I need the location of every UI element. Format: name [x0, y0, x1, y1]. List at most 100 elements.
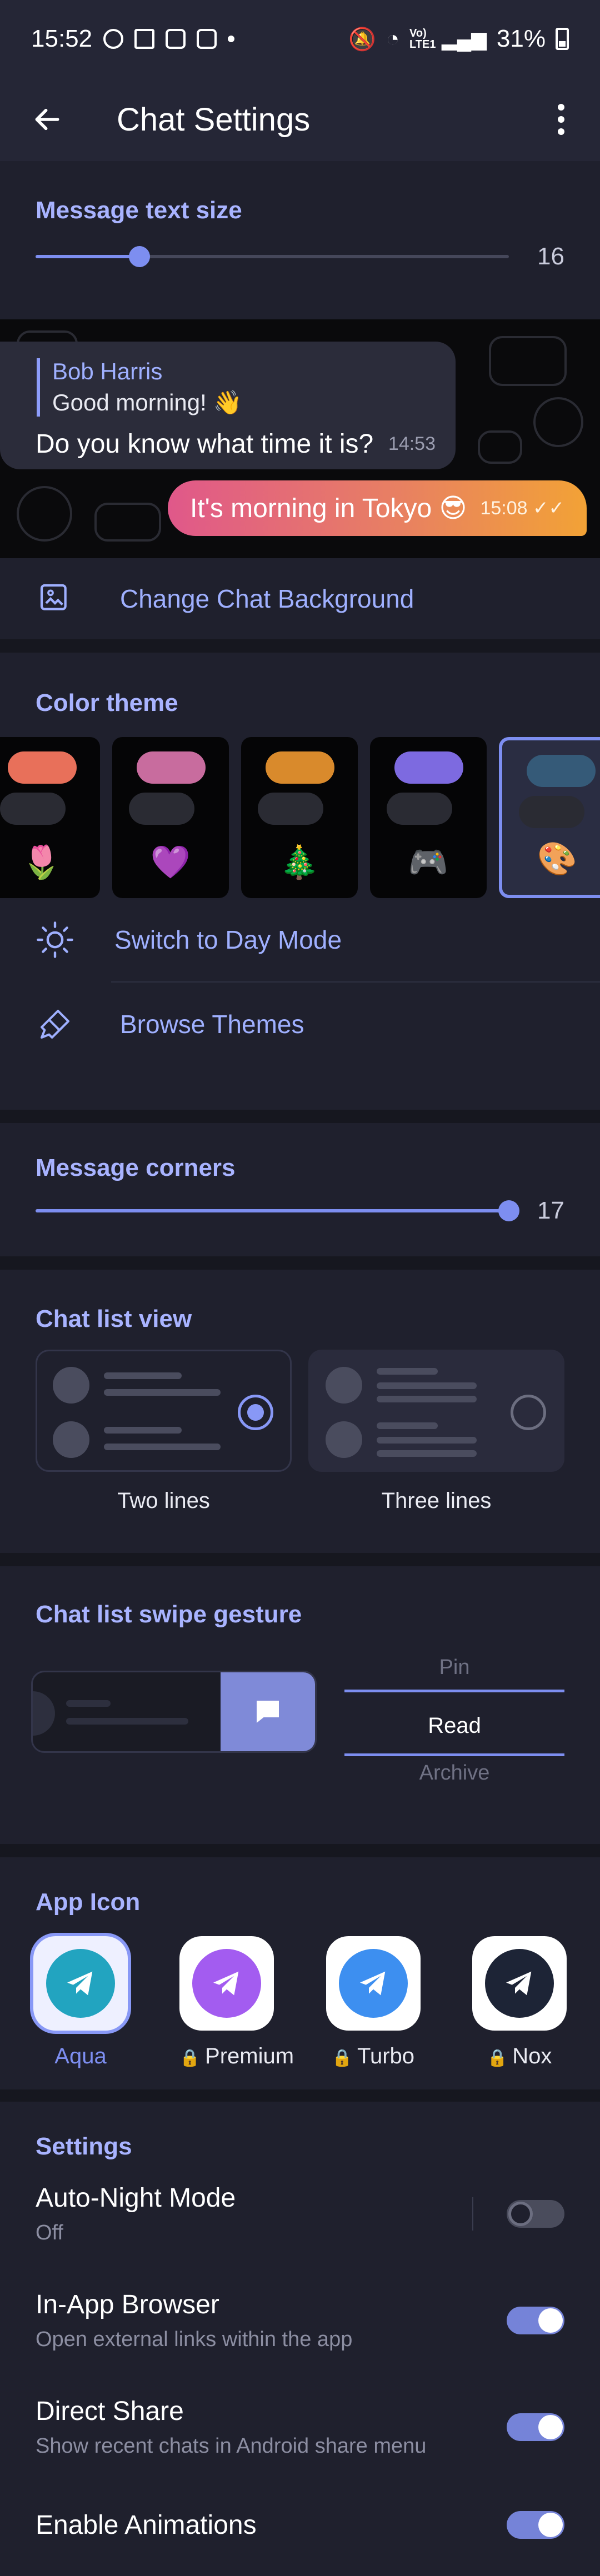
settings-item[interactable]: Enable Animations: [0, 2480, 600, 2569]
toggle-knob: [538, 2513, 563, 2537]
outgoing-time-value: 15:08: [480, 498, 528, 519]
theme-emoji: 💜: [150, 844, 191, 880]
line-placeholder: [104, 1427, 182, 1434]
slider-knob[interactable]: [129, 246, 151, 267]
settings-toggle[interactable]: [507, 2200, 564, 2228]
settings-item[interactable]: In-App Browser Open external links within…: [0, 2267, 600, 2374]
theme-option[interactable]: 🎮: [370, 737, 487, 898]
signal-label: Vo) LTE1: [409, 27, 436, 51]
settings-toggle[interactable]: [507, 2511, 564, 2539]
whatsapp-icon: [103, 29, 124, 49]
settings-item-title: Auto-Night Mode: [36, 2183, 236, 2213]
app-icon-list: Aqua 🔒 Premium 🔒 Turbo 🔒 Nox: [0, 1916, 600, 2094]
slider-fill: [36, 1209, 509, 1212]
theme-emoji: 🌷: [21, 844, 62, 880]
telegram-logo-icon: [484, 1949, 554, 2018]
theme-bubble-preview: [266, 751, 334, 784]
chat-list-view-title: Chat list view: [36, 1305, 192, 1332]
arrow-left-icon: [35, 108, 59, 131]
three-lines-radio[interactable]: [511, 1395, 546, 1430]
settings-item-title: In-App Browser: [36, 2290, 219, 2319]
outgoing-message-time: 15:08 ✓✓: [480, 497, 564, 519]
theme-bubble-preview: [0, 793, 66, 825]
settings-item-subtitle: Open external links within the app: [36, 2328, 353, 2351]
lock-icon: 🔒: [487, 2049, 513, 2067]
notification-icons: [103, 29, 235, 49]
settings-toggle[interactable]: [507, 2307, 564, 2334]
avatar-placeholder: [33, 1691, 55, 1736]
app-icon-tile[interactable]: [33, 1936, 128, 2031]
message-icon: [257, 1701, 279, 1723]
chat-list-view-options: [0, 1333, 600, 1472]
theme-emoji: 🎨: [537, 841, 578, 877]
message-corners-title: Message corners: [36, 1154, 236, 1181]
settings-toggle[interactable]: [507, 2413, 564, 2441]
swipe-option-archive[interactable]: Archive: [344, 1756, 564, 1790]
sun-icon: [36, 920, 74, 959]
swipe-gesture-body: Pin Read Archive: [0, 1628, 600, 1812]
corners-slider-row: 17: [0, 1182, 600, 1240]
settings-item-subtitle: Off: [36, 2221, 63, 2244]
text-size-value: 16: [537, 243, 564, 270]
app-icon-tile[interactable]: [326, 1936, 421, 2031]
theme-option[interactable]: 🎨: [499, 737, 600, 898]
theme-option[interactable]: 💜: [112, 737, 229, 898]
theme-option[interactable]: 🎄: [241, 737, 358, 898]
double-check-icon: ✓✓: [533, 498, 564, 519]
theme-bubble-preview: [129, 793, 194, 825]
app-icon-option[interactable]: Aqua: [33, 1936, 128, 2094]
theme-bubble-preview: [519, 796, 584, 828]
app-icon-tile[interactable]: [472, 1936, 567, 2031]
swipe-action-picker[interactable]: Pin Read Archive: [344, 1651, 564, 1812]
browse-themes-button[interactable]: Browse Themes: [0, 983, 600, 1066]
swipe-gesture-title: Chat list swipe gesture: [36, 1601, 302, 1628]
avatar-placeholder: [53, 1421, 89, 1458]
theme-option[interactable]: 🌷: [0, 737, 100, 898]
line-placeholder: [377, 1422, 438, 1429]
settings-item[interactable]: Auto-Night Mode Off: [0, 2161, 600, 2267]
app-icon-option[interactable]: 🔒 Nox: [472, 1936, 567, 2094]
text-size-slider[interactable]: [36, 246, 509, 267]
three-lines-label: Three lines: [381, 1489, 492, 1513]
app-icon-label: Turbo: [357, 2044, 415, 2068]
three-lines-option[interactable]: [308, 1350, 564, 1472]
app-icon-option[interactable]: 🔒 Premium: [179, 1936, 294, 2094]
mute-icon: 🔕: [348, 27, 376, 52]
slider-knob[interactable]: [498, 1200, 519, 1221]
message-corners-value: 17: [537, 1197, 564, 1224]
slider-fill: [36, 255, 140, 258]
swipe-option-read[interactable]: Read: [344, 1690, 564, 1756]
line-placeholder: [104, 1389, 221, 1396]
app-icon-tile[interactable]: [179, 1936, 274, 2031]
theme-emoji: 🎮: [408, 844, 449, 880]
section-gap: [0, 1553, 600, 1566]
reply-quote: Bob Harris Good morning! 👋: [37, 358, 422, 417]
back-button[interactable]: [22, 94, 72, 144]
chat-list-view-labels: Two lines Three lines: [0, 1472, 600, 1513]
more-vertical-icon: [558, 104, 564, 111]
change-background-button[interactable]: Change Chat Background: [0, 558, 600, 639]
settings-item-text: In-App Browser Open external links within…: [36, 2289, 352, 2352]
two-lines-option[interactable]: [36, 1350, 292, 1472]
switch-day-mode-button[interactable]: Switch to Day Mode: [0, 898, 600, 981]
app-icon-option[interactable]: 🔒 Turbo: [326, 1936, 421, 2094]
incoming-message-text: Do you know what time it is?: [36, 429, 374, 459]
more-notifications-dot-icon: [228, 36, 235, 42]
swipe-option-pin[interactable]: Pin: [344, 1651, 564, 1690]
swipe-preview: [31, 1671, 317, 1753]
telegram-icon: [134, 29, 155, 49]
section-gap: [0, 1110, 600, 1123]
doodle-decoration: [17, 486, 72, 542]
settings-section: Settings Auto-Night Mode Off In-App Browse…: [0, 2102, 600, 2576]
message-corners-slider[interactable]: [36, 1200, 519, 1221]
theme-carousel[interactable]: 🌷 💜 🎄 🎮 🎨: [0, 717, 600, 900]
toggle-knob: [538, 2308, 563, 2333]
two-lines-radio[interactable]: [238, 1395, 273, 1430]
app-bar: Chat Settings: [0, 78, 600, 161]
chat-preview: Bob Harris Good morning! 👋 Do you know w…: [0, 319, 600, 558]
more-menu-button[interactable]: [544, 94, 578, 144]
settings-item-text: Auto-Night Mode Off: [36, 2183, 236, 2245]
settings-item[interactable]: Direct Share Show recent chats in Android…: [0, 2374, 600, 2480]
reply-text: Good morning! 👋: [52, 389, 242, 415]
avatar-placeholder: [326, 1421, 362, 1458]
